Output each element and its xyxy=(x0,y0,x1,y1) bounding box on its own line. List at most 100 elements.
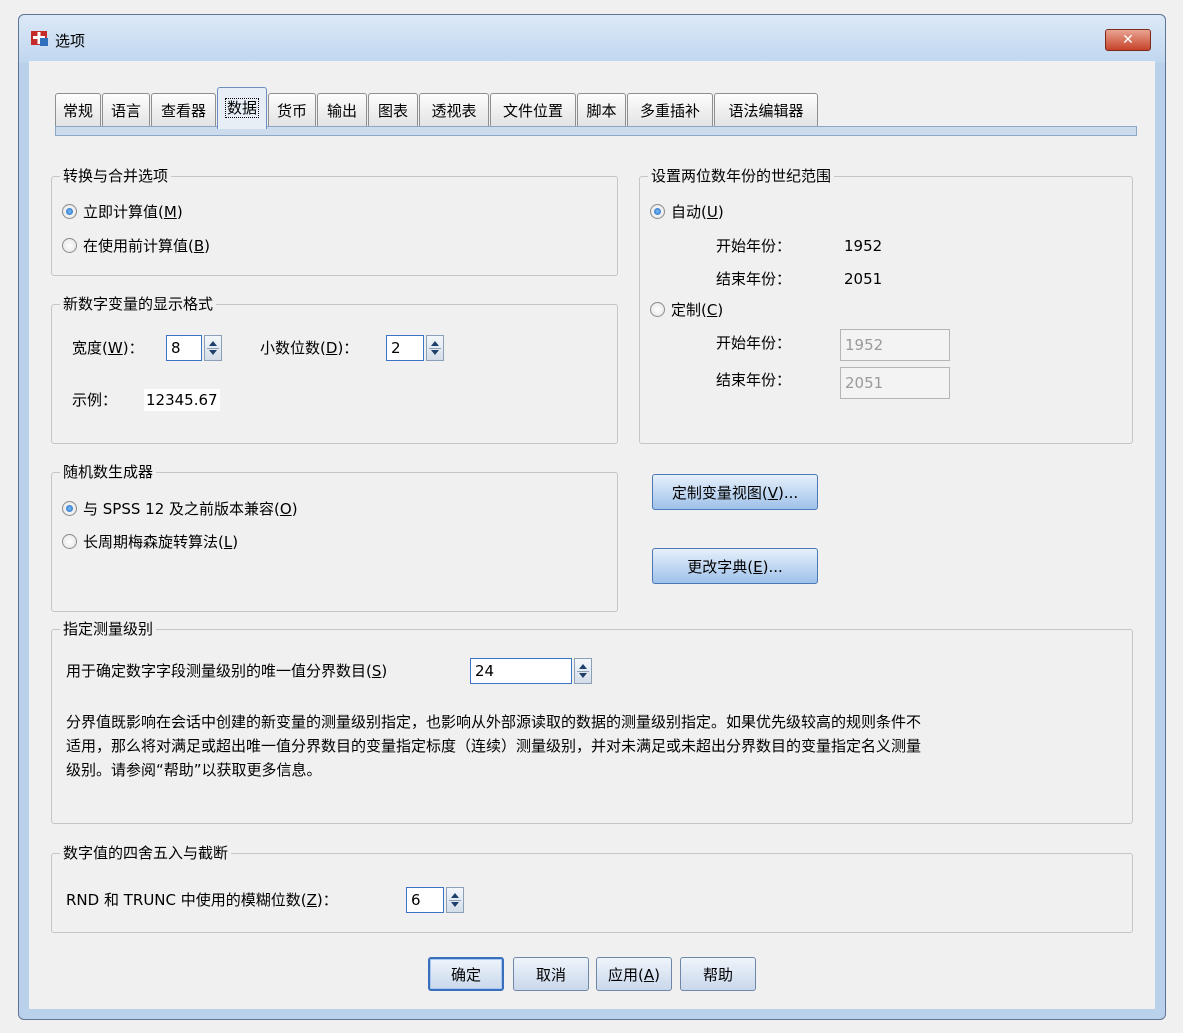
cancel-button[interactable]: 取消 xyxy=(513,957,589,991)
radio-calculate-immediately[interactable]: 立即计算值(M) xyxy=(62,201,183,223)
fuzz-bits-spin-buttons[interactable] xyxy=(446,887,464,913)
customize-variable-view-button[interactable]: 定制变量视图(V)... xyxy=(652,474,818,510)
mnemonic: D xyxy=(325,339,338,357)
radio-calculate-before-use[interactable]: 在使用前计算值(B) xyxy=(62,235,210,257)
tab-data[interactable]: 数据 xyxy=(217,87,267,129)
radio-indicator xyxy=(62,204,77,219)
close-icon: ✕ xyxy=(1122,32,1134,48)
tab-file-locations[interactable]: 文件位置 xyxy=(490,93,576,127)
field-label: 用于确定数字字段测量级别的唯一值分界数目 xyxy=(66,662,367,680)
mnemonic: Z xyxy=(306,891,317,909)
width-input[interactable] xyxy=(166,335,202,361)
fuzz-bits-input[interactable] xyxy=(406,887,444,913)
mnemonic: U xyxy=(706,203,718,221)
width-spin-buttons[interactable] xyxy=(204,335,222,361)
ellipsis: ... xyxy=(783,483,799,502)
fuzz-bits-label: RND 和 TRUNC 中使用的模糊位数(Z)： xyxy=(66,891,338,909)
radio-label: 自动 xyxy=(671,203,702,221)
auto-end-year-value: 2051 xyxy=(844,270,883,288)
close-button[interactable]: ✕ xyxy=(1105,29,1151,51)
tab-pivot-tables[interactable]: 透视表 xyxy=(419,93,489,127)
arrow-down-icon[interactable] xyxy=(579,673,587,678)
cutoff-description-line: 分界值既影响在会话中创建的新变量的测量级别指定，也影响从外部源读取的数据的测量级… xyxy=(66,713,922,731)
custom-end-year-label: 结束年份： xyxy=(716,371,792,389)
cutoff-spin-buttons[interactable] xyxy=(574,658,592,684)
mnemonic: W xyxy=(107,339,123,357)
tab-general[interactable]: 常规 xyxy=(55,93,101,127)
group-legend: 数字值的四舍五入与截断 xyxy=(60,843,232,863)
tab-syntax-editor[interactable]: 语法编辑器 xyxy=(714,93,818,127)
radio-indicator xyxy=(62,501,77,516)
field-label: 小数位数 xyxy=(260,339,321,357)
button-label: 更改字典 xyxy=(687,557,748,576)
example-value: 12345.67 xyxy=(144,389,220,411)
radio-spss12-compatible[interactable]: 与 SPSS 12 及之前版本兼容(O) xyxy=(62,498,298,520)
custom-start-year-label: 开始年份： xyxy=(716,334,792,352)
tab-label: 语言 xyxy=(110,102,141,120)
arrow-up-icon[interactable] xyxy=(209,341,217,346)
mnemonic: A xyxy=(643,965,655,984)
app-icon xyxy=(31,31,48,46)
example-label: 示例： xyxy=(72,391,118,409)
radio-mersenne-twister[interactable]: 长周期梅森旋转算法(L) xyxy=(62,531,238,553)
arrow-down-icon[interactable] xyxy=(431,350,439,355)
decimals-spin-buttons[interactable] xyxy=(426,335,444,361)
group-legend: 转换与合并选项 xyxy=(60,166,172,186)
spin-divider xyxy=(429,348,441,349)
spin-divider xyxy=(449,900,461,901)
tab-label: 透视表 xyxy=(431,102,477,120)
radio-label: 在使用前计算值 xyxy=(83,237,189,255)
tab-label: 脚本 xyxy=(586,102,617,120)
arrow-up-icon[interactable] xyxy=(451,893,459,898)
mnemonic: L xyxy=(223,533,233,551)
auto-end-year-label: 结束年份： xyxy=(716,270,792,288)
radio-indicator xyxy=(650,302,665,317)
cutoff-input[interactable] xyxy=(470,658,572,684)
radio-century-custom[interactable]: 定制(C) xyxy=(650,299,723,321)
custom-start-year-field[interactable]: 1952 xyxy=(840,329,950,361)
tab-charts[interactable]: 图表 xyxy=(368,93,418,127)
group-legend: 设置两位数年份的世纪范围 xyxy=(648,166,835,186)
group-legend: 指定测量级别 xyxy=(60,619,157,639)
arrow-down-icon[interactable] xyxy=(451,902,459,907)
tab-viewer[interactable]: 查看器 xyxy=(151,93,216,127)
arrow-up-icon[interactable] xyxy=(431,341,439,346)
radio-century-auto[interactable]: 自动(U) xyxy=(650,201,724,223)
decimals-input[interactable] xyxy=(386,335,424,361)
radio-label: 与 SPSS 12 及之前版本兼容 xyxy=(83,500,275,518)
options-dialog: 选项 ✕ 常规 语言 查看器 数据 货币 输出 图表 透视表 文件位置 脚本 多… xyxy=(18,14,1166,1020)
arrow-up-icon[interactable] xyxy=(579,664,587,669)
tab-language[interactable]: 语言 xyxy=(102,93,150,127)
tab-multiple-imputation[interactable]: 多重插补 xyxy=(627,93,713,127)
spin-divider xyxy=(577,671,589,672)
tab-output[interactable]: 输出 xyxy=(317,93,367,127)
mnemonic: O xyxy=(279,500,292,518)
tab-label: 语法编辑器 xyxy=(728,102,804,120)
help-button[interactable]: 帮助 xyxy=(680,957,756,991)
auto-start-year-label: 开始年份： xyxy=(716,237,792,255)
arrow-down-icon[interactable] xyxy=(209,350,217,355)
transform-group: 转换与合并选项 立即计算值(M) 在使用前计算值(B) xyxy=(51,166,618,276)
ellipsis: ... xyxy=(768,557,783,576)
cutoff-description-line: 级别。请参阅“帮助”以获取更多信息。 xyxy=(66,761,322,779)
field-label: RND 和 TRUNC 中使用的模糊位数 xyxy=(66,891,301,909)
cutoff-label: 用于确定数字字段测量级别的唯一值分界数目(S) xyxy=(66,662,388,680)
tab-label: 常规 xyxy=(62,102,93,120)
apply-button[interactable]: 应用(A) xyxy=(596,957,672,991)
tab-currency[interactable]: 货币 xyxy=(268,93,316,127)
mnemonic: B xyxy=(193,237,205,255)
field-label: 宽度 xyxy=(72,339,103,357)
custom-end-year-field[interactable]: 2051 xyxy=(840,367,950,399)
mnemonic: S xyxy=(371,662,382,680)
tab-scripts[interactable]: 脚本 xyxy=(577,93,626,127)
radio-indicator xyxy=(650,204,665,219)
mnemonic: C xyxy=(706,301,718,319)
group-legend: 随机数生成器 xyxy=(60,462,157,482)
ok-button[interactable]: 确定 xyxy=(428,957,504,991)
dialog-title: 选项 xyxy=(55,32,86,50)
display-format-group: 新数字变量的显示格式 宽度(W)： 小数位数(D)： xyxy=(51,294,618,444)
radio-label: 立即计算值 xyxy=(83,203,159,221)
title-bar[interactable]: 选项 ✕ xyxy=(19,15,1165,63)
change-dictionary-button[interactable]: 更改字典(E)... xyxy=(652,548,818,584)
mnemonic: M xyxy=(163,203,177,221)
